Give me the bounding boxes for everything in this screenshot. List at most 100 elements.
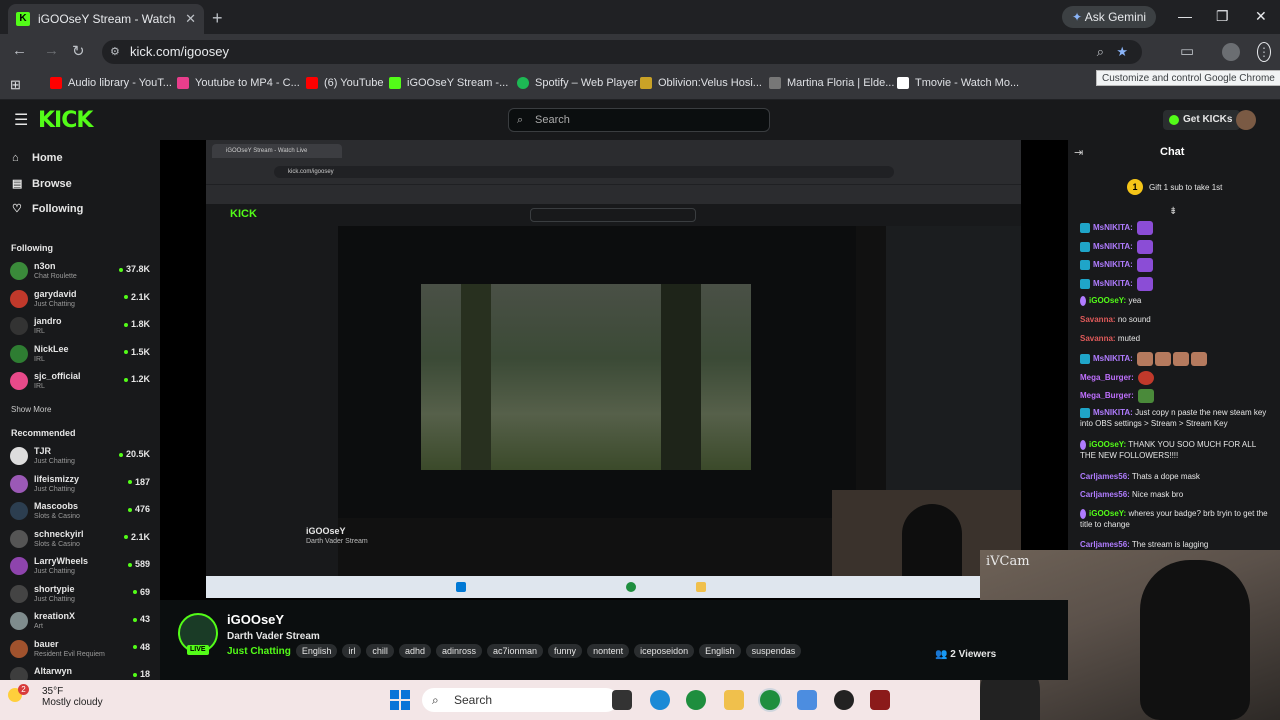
- category-link[interactable]: Just Chatting: [227, 646, 291, 657]
- show-more-link[interactable]: Show More: [11, 405, 51, 414]
- chat-username[interactable]: iGOOseY:: [1089, 296, 1126, 305]
- game-app-icon[interactable]: [870, 690, 890, 710]
- collapse-chat-icon[interactable]: ⇥: [1074, 146, 1083, 159]
- stream-tag[interactable]: funny: [548, 644, 583, 658]
- sidebar-channel[interactable]: LarryWheels Just Chatting 589: [10, 555, 150, 579]
- back-icon[interactable]: ←: [12, 42, 27, 59]
- bookmark-item[interactable]: Audio library - YouT...: [50, 77, 172, 89]
- obs-icon[interactable]: [834, 690, 854, 710]
- maximize-icon[interactable]: ❐: [1216, 8, 1229, 25]
- chat-username[interactable]: Savanna:: [1080, 315, 1116, 324]
- chat-username[interactable]: Carljames56:: [1080, 540, 1130, 549]
- chat-username[interactable]: Mega_Burger:: [1080, 373, 1134, 382]
- reload-icon[interactable]: ↻: [72, 42, 85, 60]
- zoom-icon[interactable]: ⌕: [1097, 40, 1104, 64]
- address-bar[interactable]: ⚙ kick.com/igoosey ⌕ ★: [102, 40, 1142, 64]
- sidebar-channel[interactable]: bauer Resident Evil Requiem 48: [10, 638, 150, 662]
- emote-icon: [1137, 258, 1154, 272]
- gift-sub-banner[interactable]: 1 Gift 1 sub to take 1st: [1127, 179, 1222, 195]
- channel-name: Altarwyn: [34, 666, 73, 676]
- bookmark-star-icon[interactable]: ★: [1116, 40, 1128, 64]
- tmovie-icon: [897, 77, 909, 89]
- pin-icon[interactable]: ⇟: [1169, 206, 1177, 217]
- sidebar-channel[interactable]: TJR Just Chatting 20.5K: [10, 445, 150, 469]
- sidebar-item-following[interactable]: ♡ Following: [12, 202, 83, 216]
- weather-desc: Mostly cloudy: [42, 697, 103, 708]
- sidebar-item-home[interactable]: ⌂ Home: [12, 152, 63, 164]
- stream-tag[interactable]: irl: [342, 644, 362, 658]
- windows-start-icon[interactable]: [390, 690, 410, 710]
- user-avatar[interactable]: [1236, 110, 1256, 130]
- sidebar-channel[interactable]: kreationX Art 43: [10, 610, 150, 634]
- stream-tag[interactable]: English: [295, 644, 338, 658]
- chrome-menu-icon[interactable]: ⋮: [1257, 42, 1271, 62]
- chat-username[interactable]: MsNIKITA:: [1093, 354, 1133, 363]
- chat-username[interactable]: MsNIKITA:: [1093, 408, 1133, 417]
- bookmark-item[interactable]: Spotify – Web Player: [517, 77, 638, 89]
- bookmark-item[interactable]: Oblivion:Velus Hosi...: [640, 77, 762, 89]
- app-icon[interactable]: [797, 690, 817, 710]
- stream-tag[interactable]: chill: [366, 644, 394, 658]
- hamburger-menu-icon[interactable]: ☰: [14, 110, 28, 130]
- get-kicks-button[interactable]: Get KICKs: [1163, 110, 1241, 130]
- chat-username[interactable]: Savanna:: [1080, 334, 1116, 343]
- sidebar-item-browse[interactable]: ▤ Browse: [12, 177, 72, 191]
- chat-username[interactable]: Mega_Burger:: [1080, 391, 1134, 400]
- channel-category: Chat Roulette: [34, 273, 77, 280]
- sidebar-channel[interactable]: shortypie Just Chatting 69: [10, 583, 150, 607]
- chat-username[interactable]: iGOOseY:: [1089, 440, 1126, 449]
- kick-logo[interactable]: KICK: [38, 108, 93, 133]
- bookmark-item[interactable]: (6) YouTube: [306, 77, 384, 89]
- search-input[interactable]: ⌕ Search: [508, 108, 770, 132]
- sidebar-channel[interactable]: jandro IRL 1.8K: [10, 315, 150, 339]
- stream-tag[interactable]: suspendas: [745, 644, 802, 658]
- chrome-icon[interactable]: [686, 690, 706, 710]
- chat-username[interactable]: iGOOseY:: [1089, 509, 1126, 518]
- chat-username[interactable]: MsNIKITA:: [1093, 279, 1133, 288]
- bookmark-item[interactable]: Youtube to MP4 - C...: [177, 77, 300, 89]
- stream-tag[interactable]: English: [699, 644, 741, 658]
- chat-username[interactable]: MsNIKITA:: [1093, 260, 1133, 269]
- sidebar-channel[interactable]: Mascoobs Slots & Casino 476: [10, 500, 150, 524]
- sidebar-channel[interactable]: NickLee IRL 1.5K: [10, 343, 150, 367]
- chrome-active-icon[interactable]: [760, 690, 780, 710]
- sidebar-channel[interactable]: lifeismizzy Just Chatting 187: [10, 473, 150, 497]
- minimize-icon[interactable]: —: [1178, 8, 1192, 24]
- ask-gemini-button[interactable]: ✦ Ask Gemini: [1062, 6, 1157, 28]
- stream-tag[interactable]: ac7ionman: [487, 644, 544, 658]
- stream-tag[interactable]: iceposeidon: [634, 644, 695, 658]
- stream-tag[interactable]: adinross: [435, 644, 482, 658]
- weather-widget[interactable]: 2 35°F Mostly cloudy: [8, 684, 103, 708]
- close-window-icon[interactable]: ✕: [1255, 8, 1267, 25]
- stream-tag[interactable]: nontent: [587, 644, 630, 658]
- chat-username[interactable]: Carljames56:: [1080, 472, 1130, 481]
- channel-viewer-count: 476: [128, 504, 150, 514]
- chat-username[interactable]: MsNIKITA:: [1093, 242, 1133, 251]
- chat-username[interactable]: MsNIKITA:: [1093, 223, 1133, 232]
- sidebar-channel[interactable]: sjc_official IRL 1.2K: [10, 370, 150, 394]
- new-tab-icon[interactable]: +: [212, 8, 223, 29]
- edge-icon[interactable]: [650, 690, 670, 710]
- youtube-icon: [50, 77, 62, 89]
- apps-grid-icon[interactable]: ⊞: [10, 77, 21, 93]
- bookmark-item[interactable]: Tmovie - Watch Mo...: [897, 77, 1019, 89]
- sub-badge-icon: [1080, 407, 1090, 418]
- site-info-icon[interactable]: ⚙: [110, 40, 120, 64]
- forward-icon[interactable]: →: [44, 42, 59, 59]
- channel-category: Slots & Casino: [34, 513, 80, 520]
- bookmark-item[interactable]: Martina Floria | Elde...: [769, 77, 894, 89]
- taskbar-search[interactable]: ⌕ Search: [422, 688, 618, 712]
- browser-tab-active[interactable]: K iGOOseY Stream - Watch Live o ✕: [8, 4, 204, 34]
- profile-avatar[interactable]: [1222, 43, 1240, 61]
- bookmark-item[interactable]: iGOOseY Stream -...: [389, 77, 508, 89]
- sidebar-channel[interactable]: garydavid Just Chatting 2.1K: [10, 288, 150, 312]
- stream-tag[interactable]: adhd: [398, 644, 431, 658]
- sidebar-channel[interactable]: schneckyirl Slots & Casino 2.1K: [10, 528, 150, 552]
- cast-icon[interactable]: ▭: [1180, 42, 1194, 60]
- file-explorer-icon[interactable]: [724, 690, 744, 710]
- task-view-icon[interactable]: [612, 690, 632, 710]
- chat-username[interactable]: Carljames56:: [1080, 490, 1130, 499]
- close-tab-icon[interactable]: ✕: [185, 11, 196, 27]
- streamer-name[interactable]: iGOOseY: [227, 612, 284, 627]
- sidebar-channel[interactable]: n3on Chat Roulette 37.8K: [10, 260, 150, 284]
